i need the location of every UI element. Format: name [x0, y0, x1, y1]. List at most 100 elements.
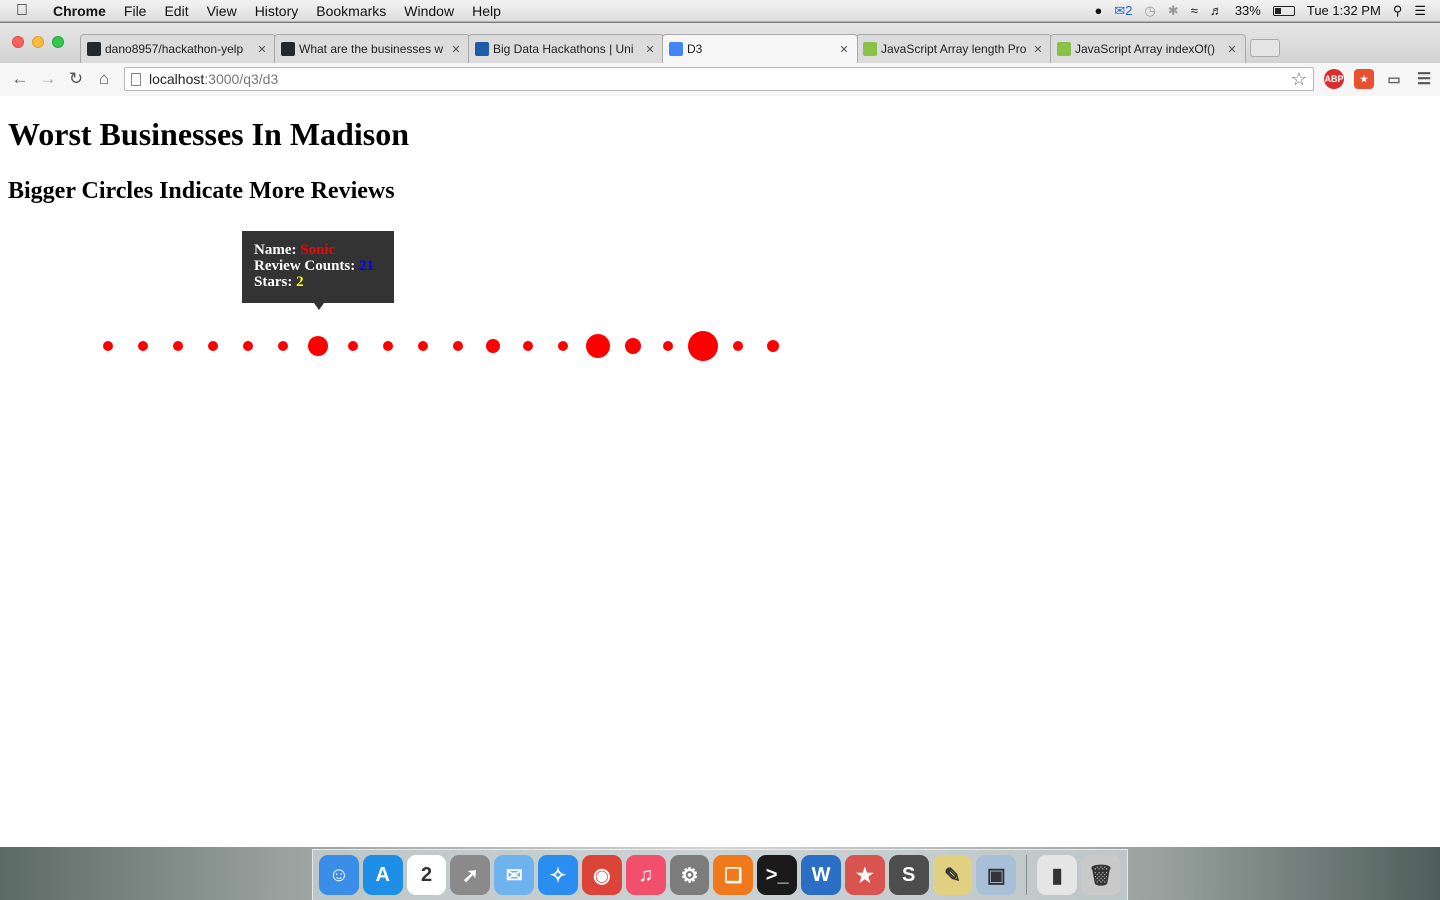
cast-icon[interactable]: ▭: [1384, 69, 1404, 89]
business-circle[interactable]: [418, 341, 428, 351]
archive-icon[interactable]: ▮: [1037, 855, 1078, 895]
safari-icon[interactable]: ✧: [538, 855, 578, 895]
menu-window[interactable]: Window: [395, 3, 463, 19]
business-circle[interactable]: [453, 341, 463, 351]
volume-icon[interactable]: ♬: [1210, 3, 1223, 18]
business-circle[interactable]: [173, 341, 183, 351]
back-arrow-icon[interactable]: ←: [6, 69, 34, 89]
window-close-button[interactable]: [12, 36, 24, 48]
spotlight-search-icon[interactable]: ⚲: [1393, 3, 1403, 19]
wifi-icon[interactable]: ≈: [1191, 3, 1198, 18]
tab-title: What are the businesses w: [299, 42, 444, 56]
menu-bookmarks[interactable]: Bookmarks: [307, 3, 395, 19]
finder-icon[interactable]: ☺: [319, 855, 359, 895]
apple-menu-icon[interactable]: : [0, 2, 44, 20]
tooltip: Name: Sonic Review Counts: 21 Stars: 2: [242, 231, 394, 310]
tab-4[interactable]: JavaScript Array length Pro ✕: [856, 34, 1052, 63]
bookmark-star-icon[interactable]: ☆: [1291, 69, 1307, 90]
script-editor-icon[interactable]: ✎: [932, 855, 973, 895]
chrome-menu-icon[interactable]: ☰: [1414, 69, 1434, 89]
time-machine-icon[interactable]: ◷: [1144, 3, 1155, 19]
clock[interactable]: Tue 1:32 PM: [1307, 3, 1381, 18]
home-icon[interactable]: ⌂: [90, 69, 118, 89]
bluetooth-icon[interactable]: ✱: [1168, 3, 1179, 19]
tab-2[interactable]: Big Data Hackathons | Uni ✕: [468, 34, 664, 63]
menu-help[interactable]: Help: [463, 3, 510, 19]
browser-toolbar: ← → ↻ ⌂ localhost:3000/q3/d3 ☆ ABP ★ ▭ ☰: [0, 63, 1440, 95]
tooltip-name-label: Name:: [254, 242, 297, 258]
business-circle[interactable]: [243, 341, 253, 351]
tab-close-icon[interactable]: ✕: [449, 43, 463, 56]
business-circle[interactable]: [208, 341, 218, 351]
tab-close-icon[interactable]: ✕: [1031, 43, 1045, 56]
business-circle[interactable]: [103, 341, 113, 351]
github-icon: [281, 42, 295, 56]
window-minimize-button[interactable]: [32, 36, 44, 48]
business-circle[interactable]: [586, 334, 610, 358]
wunderlist-icon[interactable]: ★: [844, 855, 885, 895]
launchpad-icon[interactable]: ➚: [450, 855, 491, 895]
business-circle[interactable]: [767, 340, 779, 352]
word-icon[interactable]: W: [801, 855, 841, 895]
business-circle[interactable]: [278, 341, 288, 351]
tab-5[interactable]: JavaScript Array indexOf() ✕: [1050, 34, 1246, 63]
tooltip-stars-row: Stars: 2: [254, 274, 382, 290]
tab-close-icon[interactable]: ✕: [643, 43, 657, 56]
extension-icon[interactable]: ★: [1354, 69, 1374, 89]
business-circle[interactable]: [688, 331, 718, 361]
web-page: Worst Businesses In Madison Bigger Circl…: [0, 96, 1440, 824]
tab-1[interactable]: What are the businesses w ✕: [274, 34, 470, 63]
itunes-icon[interactable]: ♫: [625, 855, 666, 895]
business-circle[interactable]: [523, 341, 533, 351]
address-bar[interactable]: localhost:3000/q3/d3 ☆: [124, 67, 1314, 91]
ibooks-icon[interactable]: ❑: [713, 855, 754, 895]
tab-list: dano8957/hackathon-yelp ✕ What are the bus…: [80, 34, 1280, 63]
battery-icon[interactable]: [1272, 5, 1295, 16]
business-circle[interactable]: [663, 341, 673, 351]
terminal-icon[interactable]: >_: [757, 855, 798, 895]
battery-percent[interactable]: 33%: [1235, 3, 1261, 18]
business-circle[interactable]: [625, 338, 641, 354]
w3schools-icon: [1057, 42, 1071, 56]
mail-icon[interactable]: ✉: [494, 855, 535, 895]
menu-history[interactable]: History: [246, 3, 308, 19]
tooltip-stars-value: 2: [296, 274, 304, 290]
chrome-icon[interactable]: ◉: [581, 855, 622, 895]
tab-0[interactable]: dano8957/hackathon-yelp ✕: [80, 34, 276, 63]
reload-icon[interactable]: ↻: [62, 69, 90, 89]
calendar-icon[interactable]: 2: [406, 855, 447, 895]
tab-close-icon[interactable]: ✕: [837, 43, 851, 56]
notification-center-icon[interactable]: ☰: [1414, 3, 1426, 19]
menu-view[interactable]: View: [198, 3, 246, 19]
forward-arrow-icon[interactable]: →: [34, 69, 62, 89]
business-circle[interactable]: [138, 341, 148, 351]
url-host: localhost: [149, 71, 205, 87]
business-circle[interactable]: [733, 341, 743, 351]
battery-fill: [1274, 7, 1281, 14]
tooltip-stars-label: Stars:: [254, 274, 293, 290]
business-circle[interactable]: [558, 341, 568, 351]
app-store-icon[interactable]: A: [362, 855, 403, 895]
business-circle[interactable]: [383, 341, 393, 351]
business-circle[interactable]: [348, 341, 358, 351]
preview-icon[interactable]: ▣: [976, 855, 1017, 895]
menu-app-name[interactable]: Chrome: [44, 3, 115, 19]
tab-close-icon[interactable]: ✕: [255, 43, 269, 56]
github-status-icon[interactable]: ●: [1094, 3, 1102, 18]
window-maximize-button[interactable]: [52, 36, 64, 48]
mail-status-icon[interactable]: ✉2: [1114, 3, 1132, 19]
url-path: :3000/q3/d3: [204, 71, 279, 87]
menu-edit[interactable]: Edit: [155, 3, 197, 19]
adblock-plus-icon[interactable]: ABP: [1324, 69, 1344, 89]
system-preferences-icon[interactable]: ⚙: [669, 855, 710, 895]
tab-strip: dano8957/hackathon-yelp ✕ What are the bus…: [0, 23, 1440, 63]
loading-icon: [669, 42, 683, 56]
menu-file[interactable]: File: [115, 3, 156, 19]
new-tab-button[interactable]: [1250, 39, 1280, 57]
business-circle-hovered[interactable]: [308, 336, 328, 356]
tab-3[interactable]: D3 ✕: [662, 34, 858, 63]
tab-close-icon[interactable]: ✕: [1225, 43, 1239, 56]
trash-icon[interactable]: 🗑: [1081, 855, 1121, 895]
business-circle[interactable]: [486, 339, 500, 353]
sublime-icon[interactable]: S: [888, 855, 929, 895]
